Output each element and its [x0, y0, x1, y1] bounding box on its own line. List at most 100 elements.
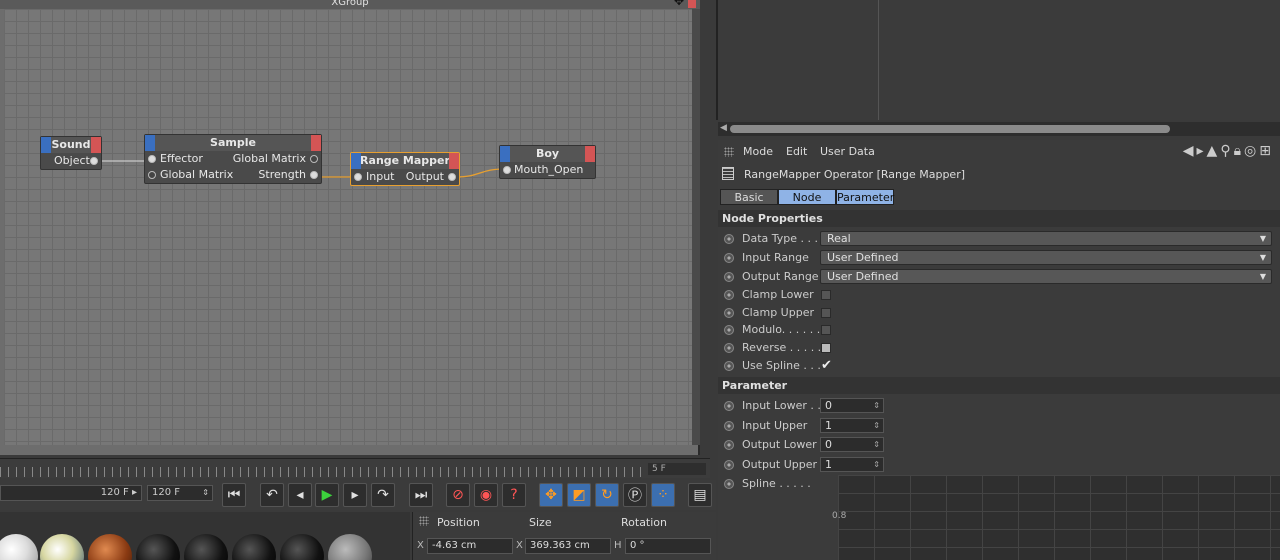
input-upper-field[interactable]: 1 ⇕ — [820, 418, 884, 433]
lock-icon[interactable]: 🔒︎ — [1234, 143, 1244, 159]
up-arrow-icon[interactable]: ▲ — [1207, 143, 1221, 159]
rotation-h-field[interactable]: 0 ° — [625, 538, 711, 554]
node-boy-header[interactable]: Boy — [500, 146, 595, 162]
modulo-checkbox[interactable] — [821, 325, 831, 335]
stepper-icon[interactable]: ⇕ — [873, 399, 880, 412]
end-frame-field[interactable]: 120 F ⇕ — [147, 485, 213, 501]
record-button[interactable]: ⊘ — [446, 483, 470, 507]
previous-frame-button[interactable]: ◂ — [288, 483, 312, 507]
data-type-dropdown[interactable]: Real ▼ — [820, 231, 1272, 246]
material-ball-grey[interactable] — [328, 534, 372, 560]
panel-grip-icon[interactable] — [724, 147, 734, 157]
parameter-key-button[interactable]: Ⓟ — [623, 483, 647, 507]
autokey-button[interactable]: ◉ — [474, 483, 498, 507]
timeline-range-slider[interactable]: 120 F ▸ — [0, 485, 142, 501]
stepper-icon[interactable]: ⇕ — [873, 438, 880, 451]
node-sound-output-port-button[interactable] — [91, 137, 101, 153]
node-sample-output-port-button[interactable] — [311, 135, 321, 151]
input-lower-field[interactable]: 0 ⇕ — [820, 398, 884, 413]
material-ball-black-4[interactable] — [280, 534, 324, 560]
node-range-mapper-input-port[interactable] — [354, 173, 362, 181]
menu-edit[interactable]: Edit — [786, 145, 807, 158]
object-manager-hscroll[interactable]: ◀ — [718, 122, 1280, 136]
stepper-icon[interactable]: ⇕ — [202, 486, 209, 500]
search-icon[interactable]: ⚲ — [1220, 143, 1233, 159]
tab-basic[interactable]: Basic — [720, 189, 778, 205]
node-range-mapper-input-port-button[interactable] — [351, 153, 361, 169]
animate-dot-icon[interactable] — [724, 460, 734, 470]
go-to-start-button[interactable]: ⏮ — [222, 483, 246, 507]
close-group-icon[interactable] — [688, 0, 696, 8]
timeline-window-button[interactable]: ▤ — [688, 483, 712, 507]
node-range-mapper-output-port[interactable] — [448, 173, 456, 181]
node-boy-input-port-button[interactable] — [500, 146, 510, 162]
animate-dot-icon[interactable] — [724, 401, 734, 411]
stepper-icon[interactable]: ⇕ — [873, 419, 880, 432]
timeline-ruler[interactable]: 5 F — [0, 458, 710, 478]
animate-dot-icon[interactable] — [724, 325, 734, 335]
node-sound-input-port-button[interactable] — [41, 137, 51, 153]
node-sound[interactable]: Sound Object — [40, 136, 102, 170]
new-panel-icon[interactable]: ⊞ — [1259, 143, 1274, 159]
node-boy-mouth-open-port[interactable] — [503, 166, 511, 174]
previous-key-button[interactable]: ↶ — [260, 483, 284, 507]
material-ball-black-1[interactable] — [136, 534, 180, 560]
material-ball-patterned[interactable] — [40, 534, 84, 560]
spline-graph[interactable]: 0.8 — [832, 475, 1280, 560]
clamp-lower-checkbox[interactable] — [821, 290, 831, 300]
position-x-field[interactable]: -4.63 cm — [427, 538, 513, 554]
animate-dot-icon[interactable] — [724, 308, 734, 318]
tab-node[interactable]: Node — [778, 189, 836, 205]
material-ball-black-3[interactable] — [232, 534, 276, 560]
node-boy-output-port-button[interactable] — [585, 146, 595, 162]
pla-key-button[interactable]: ⁘ — [651, 483, 675, 507]
stepper-icon[interactable]: ⇕ — [873, 458, 880, 471]
node-sample-out-global-matrix-port[interactable] — [310, 155, 318, 163]
play-button[interactable]: ▶ — [315, 483, 339, 507]
menu-mode[interactable]: Mode — [743, 145, 773, 158]
animate-dot-icon[interactable] — [724, 479, 734, 489]
node-sample-effector-port[interactable] — [148, 155, 156, 163]
menu-user-data[interactable]: User Data — [820, 145, 875, 158]
next-frame-button[interactable]: ▸ — [343, 483, 367, 507]
use-spline-checkbox[interactable]: ✔ — [821, 359, 832, 372]
node-sample-header[interactable]: Sample — [145, 135, 321, 151]
clamp-upper-checkbox[interactable] — [821, 308, 831, 318]
animate-dot-icon[interactable] — [724, 343, 734, 353]
node-sample-strength-port[interactable] — [310, 171, 318, 179]
forward-arrow-icon[interactable]: ▸ — [1197, 143, 1207, 159]
target-icon[interactable]: ◎ — [1244, 143, 1259, 159]
animate-dot-icon[interactable] — [724, 440, 734, 450]
animate-dot-icon[interactable] — [724, 290, 734, 300]
position-key-button[interactable]: ✥ — [539, 483, 563, 507]
hscroll-thumb[interactable] — [730, 125, 1170, 133]
material-ball-brown[interactable] — [88, 534, 132, 560]
animate-dot-icon[interactable] — [724, 421, 734, 431]
reverse-checkbox[interactable] — [821, 343, 831, 353]
size-x-field[interactable]: 369.363 cm — [525, 538, 611, 554]
output-upper-field[interactable]: 1 ⇕ — [820, 457, 884, 472]
tab-parameter[interactable]: Parameter — [836, 189, 894, 205]
node-sample[interactable]: Sample Effector Global Matrix Global Mat… — [144, 134, 322, 184]
node-sound-header[interactable]: Sound — [41, 137, 101, 153]
xpresso-scrollbar[interactable] — [692, 9, 700, 445]
node-range-mapper-header[interactable]: Range Mapper — [351, 153, 459, 169]
coord-grip-icon[interactable] — [419, 516, 429, 526]
node-range-mapper[interactable]: Range Mapper Input Output — [350, 152, 460, 186]
output-lower-field[interactable]: 0 ⇕ — [820, 437, 884, 452]
node-sample-global-matrix-port[interactable] — [148, 171, 156, 179]
scale-key-button[interactable]: ◩ — [567, 483, 591, 507]
output-range-dropdown[interactable]: User Defined ▼ — [820, 269, 1272, 284]
next-key-button[interactable]: ↷ — [371, 483, 395, 507]
animate-dot-icon[interactable] — [724, 253, 734, 263]
back-arrow-icon[interactable]: ◀ — [1183, 143, 1197, 159]
move-icon[interactable]: ✥ — [674, 0, 684, 7]
node-sound-object-port[interactable] — [90, 157, 98, 165]
node-range-mapper-output-port-button[interactable] — [449, 153, 459, 169]
animate-dot-icon[interactable] — [724, 234, 734, 244]
keyframe-selection-button[interactable]: ? — [502, 483, 526, 507]
material-ball-white[interactable] — [0, 534, 38, 560]
animate-dot-icon[interactable] — [724, 272, 734, 282]
animate-dot-icon[interactable] — [724, 361, 734, 371]
scroll-left-icon[interactable]: ◀ — [720, 123, 727, 133]
